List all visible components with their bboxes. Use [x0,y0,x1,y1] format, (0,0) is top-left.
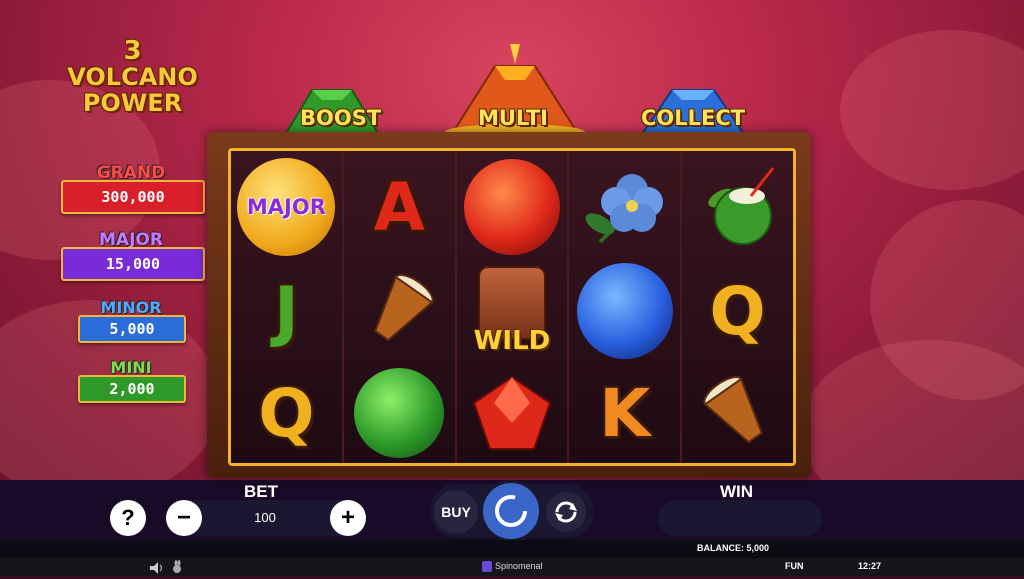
drum-icon [374,274,434,342]
symbol-tiki-wild: WILD [457,259,568,363]
logo-line-2: VOLCANO [67,63,198,91]
symbol-drum [682,361,793,465]
decrease-bet-button[interactable]: − [166,500,202,536]
jackpot-mini-value: 2,000 [78,375,186,403]
red-orb-icon [463,159,560,255]
status-bar: BALANCE: 5,000 [0,540,1024,558]
symbol-j: J [231,259,342,363]
logo-line-3: POWER [82,89,183,117]
letter-q: Q [258,374,315,452]
symbol-a: A [344,155,455,259]
symbol-q: Q [231,361,342,465]
symbol-drum [344,259,455,363]
mode-indicator: FUN [785,561,804,571]
reel-5: Q [682,151,793,463]
reel-4: K [569,151,683,465]
symbol-red-gem [457,361,568,465]
symbol-major-coin: MAJOR [231,155,342,259]
buy-feature-button[interactable]: BUY [434,490,478,534]
turbo-button[interactable] [170,560,184,579]
wild-text: WILD [473,326,551,356]
coin-icon: MAJOR [237,158,336,256]
red-gem-icon [472,375,552,450]
logo-line-1: 3 [123,36,142,66]
symbol-q: Q [682,259,793,363]
coconut-drink-icon [707,167,774,245]
reel-grid: MAJOR J Q A WILD K Q [228,148,796,466]
help-button[interactable]: ? [110,500,146,536]
jackpot-minor-value: 5,000 [78,315,186,343]
clock: 12:27 [858,561,882,571]
symbol-blue-orb [569,259,680,363]
rabbit-icon [173,560,181,573]
letter-q: Q [709,272,766,350]
major-coin-text: MAJOR [246,195,326,219]
bet-label: BET [244,482,278,501]
sound-button[interactable] [150,561,164,579]
win-label: WIN [720,482,754,501]
symbol-hibiscus [569,155,680,259]
volcano-boost-label: BOOST [300,106,382,130]
bet-value: 100 [254,510,276,525]
win-display [658,500,822,536]
footer-bar: Spinomenal FUN 12:27 [0,558,1024,576]
spinomenal-logo-icon [482,561,492,572]
blue-orb-icon [576,263,673,359]
brand-name: Spinomenal [495,561,543,571]
cloud [840,30,1024,190]
autoplay-icon [555,501,577,523]
reel-3: WILD [456,151,570,465]
autoplay-button[interactable] [546,492,586,532]
speaker-icon [150,562,162,574]
jackpot-major-value: 15,000 [61,247,205,281]
volcano-multi-label: MULTI [478,106,548,130]
control-bar: ? BET − 100 + BUY WIN [0,480,1024,542]
reel-2: A [343,151,457,465]
symbol-green-orb [344,361,455,465]
balance-text: BALANCE: 5,000 [697,543,770,553]
volcano-collect-label: COLLECT [641,106,746,130]
symbol-coconut [682,155,793,259]
symbol-red-orb [457,155,568,259]
game-logo: 3 VOLCANO POWER [55,38,210,116]
spin-button[interactable] [480,480,542,542]
cloud [800,340,1024,480]
letter-j: J [274,272,299,350]
green-orb-icon [354,368,445,458]
increase-bet-button[interactable]: + [330,500,366,536]
symbol-k: K [569,361,680,465]
letter-a: A [373,168,425,246]
jackpot-grand-value: 300,000 [61,180,205,214]
drum-icon [702,376,763,444]
hibiscus-flower-icon [585,174,663,244]
letter-k: K [599,374,651,452]
reel-1: MAJOR J Q [231,151,344,463]
spin-icon [495,495,527,527]
